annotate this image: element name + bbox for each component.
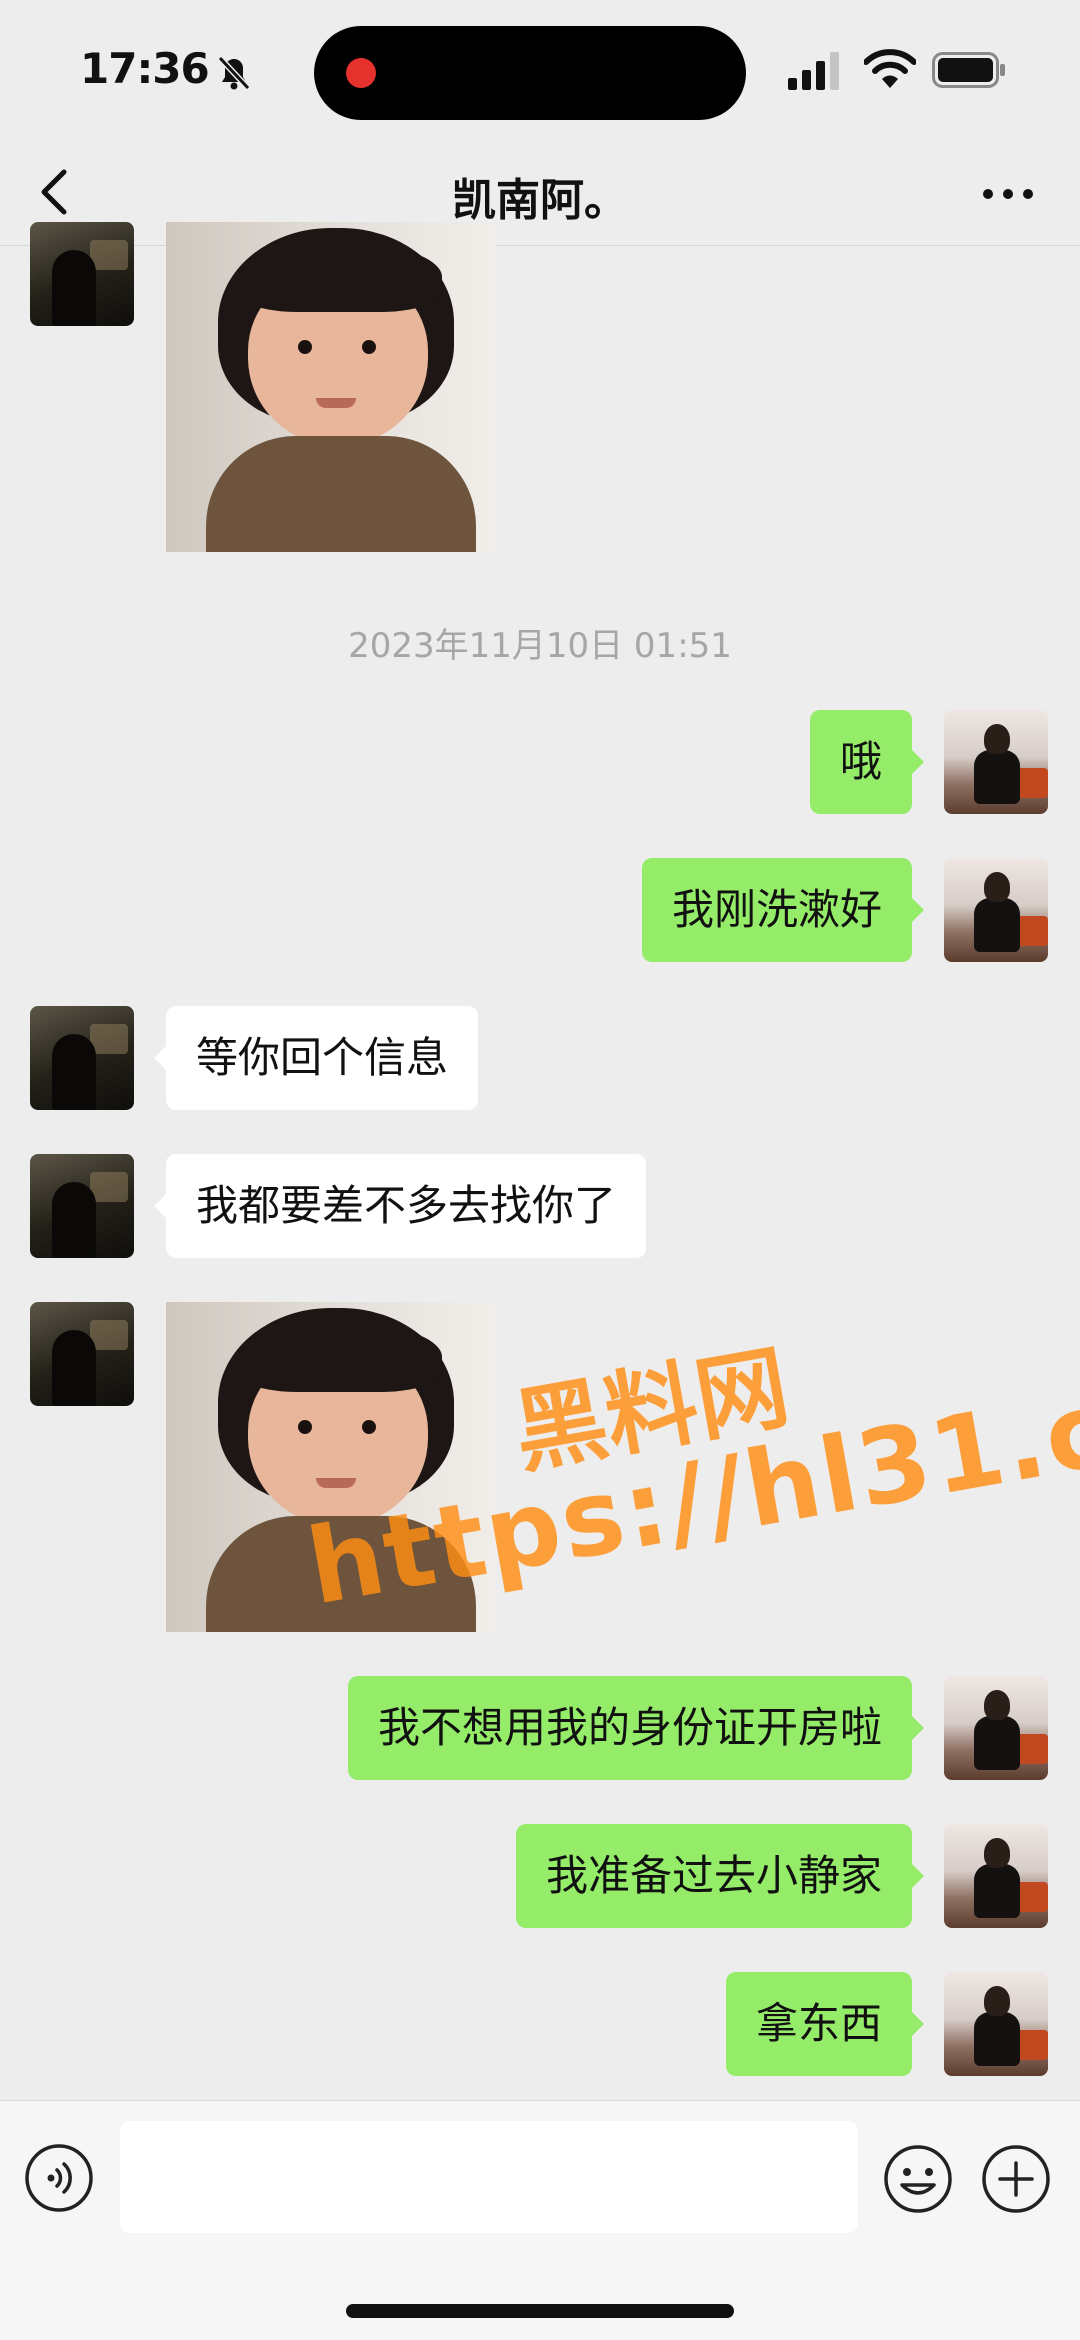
avatar-body: [974, 2012, 1020, 2066]
self-avatar[interactable]: [944, 710, 1048, 814]
status-time: 17:36: [80, 44, 210, 93]
avatar-head: [984, 1986, 1010, 2016]
message-bubble-self[interactable]: 我准备过去小静家: [515, 1824, 925, 1928]
self-avatar[interactable]: [944, 1972, 1048, 2076]
sticker-fringe: [236, 242, 442, 312]
avatar-light: [90, 1320, 128, 1350]
avatar-body: [974, 1864, 1020, 1918]
avatar-head: [984, 724, 1010, 754]
avatar-body: [974, 750, 1020, 804]
voice-icon[interactable]: [24, 2143, 94, 2213]
self-avatar[interactable]: [944, 1824, 1048, 1928]
message-bubble-self[interactable]: 我不想用我的身份证开房啦: [347, 1676, 925, 1780]
chat-header: 凯南阿。: [0, 140, 1080, 246]
avatar-head: [984, 872, 1010, 902]
chat-timestamp: 2023年11月10日 01:51: [348, 626, 732, 666]
sticker-fringe: [236, 1322, 442, 1392]
cellular-signal-icon: [788, 52, 839, 90]
dynamic-island: [314, 26, 746, 120]
sticker-image[interactable]: [166, 222, 496, 552]
chevron-left-icon[interactable]: [28, 160, 88, 224]
avatar-light: [90, 240, 128, 270]
avatar-body: [974, 898, 1020, 952]
message-input[interactable]: [120, 2121, 858, 2233]
status-bar: 17:36: [0, 0, 1080, 140]
sticker-eye: [362, 1420, 376, 1434]
sticker-shirt: [206, 436, 476, 552]
emoji-icon[interactable]: [882, 2143, 954, 2215]
self-avatar[interactable]: [944, 1676, 1048, 1780]
avatar-head: [984, 1690, 1010, 1720]
avatar-figure: [52, 1034, 96, 1110]
message-bubble-self[interactable]: 哦: [809, 710, 925, 814]
self-avatar[interactable]: [944, 858, 1048, 962]
message-bubble-self[interactable]: 拿东西: [725, 1972, 925, 2076]
avatar-light: [90, 1172, 128, 1202]
sticker-eye: [362, 340, 376, 354]
wifi-icon: [864, 49, 916, 88]
home-indicator: [346, 2304, 734, 2318]
plus-icon[interactable]: [980, 2143, 1052, 2215]
recording-dot-icon: [346, 58, 376, 88]
contact-avatar[interactable]: [30, 1154, 134, 1258]
avatar-figure: [52, 250, 96, 326]
contact-avatar[interactable]: [30, 222, 134, 326]
avatar-light: [90, 1024, 128, 1054]
message-bubble-self[interactable]: 我刚洗漱好: [641, 858, 925, 962]
more-dots-icon[interactable]: [968, 166, 1048, 222]
sticker-mouth: [316, 1478, 356, 1488]
contact-avatar[interactable]: [30, 1006, 134, 1110]
sticker-eye: [298, 340, 312, 354]
contact-avatar[interactable]: [30, 1302, 134, 1406]
avatar-head: [984, 1838, 1010, 1868]
avatar-figure: [52, 1182, 96, 1258]
battery-icon: [932, 52, 1005, 88]
message-bubble-contact[interactable]: 等你回个信息: [153, 1006, 479, 1110]
sticker-image[interactable]: [166, 1302, 496, 1632]
avatar-body: [974, 1716, 1020, 1770]
sticker-shirt: [206, 1516, 476, 1632]
chat-title: 凯南阿。: [452, 175, 628, 226]
watermark-title: 黑料网: [506, 1333, 797, 1487]
avatar-figure: [52, 1330, 96, 1406]
message-bubble-contact[interactable]: 我都要差不多去找你了: [153, 1154, 647, 1258]
sticker-mouth: [316, 398, 356, 408]
sticker-eye: [298, 1420, 312, 1434]
bell-slash-icon: [217, 55, 251, 91]
